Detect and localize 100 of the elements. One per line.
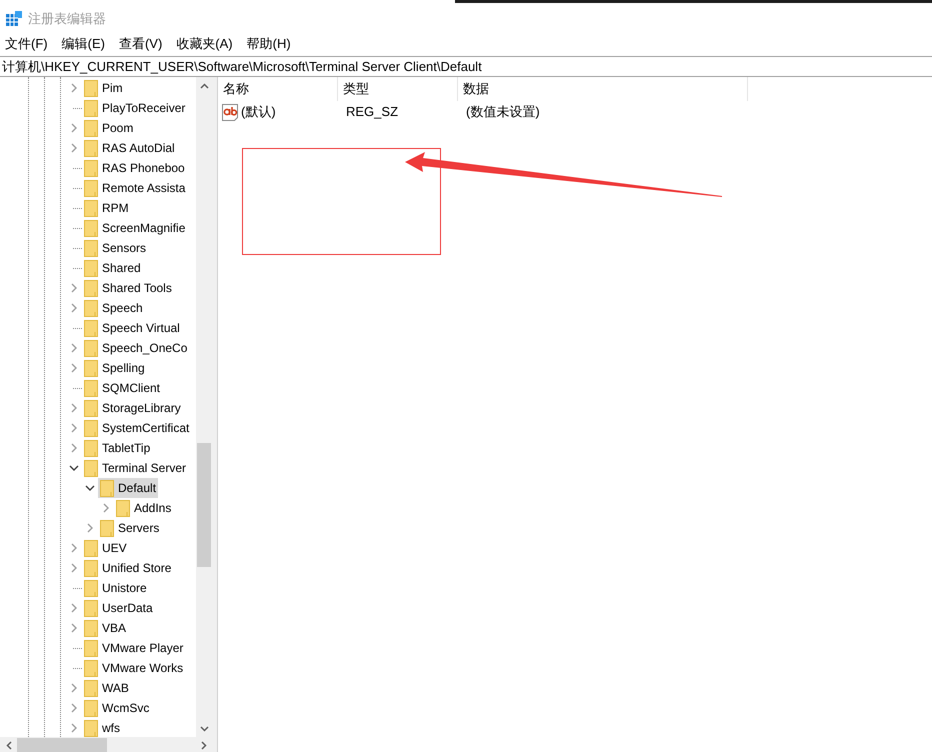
folder-icon — [84, 540, 98, 556]
folder-icon — [84, 100, 98, 116]
folder-icon — [84, 700, 98, 716]
tree-item[interactable]: ScreenMagnifie — [82, 218, 188, 238]
folder-icon — [84, 720, 98, 736]
tree-item[interactable]: wfs — [82, 718, 122, 737]
tree-item[interactable]: Remote Assista — [82, 178, 188, 198]
tree-item[interactable]: VMware Works — [82, 658, 186, 678]
folder-icon — [84, 460, 98, 476]
tree-item[interactable]: Unified Store — [82, 558, 174, 578]
right-chevron-icon[interactable] — [70, 543, 78, 553]
tree-item[interactable]: SQMClient — [82, 378, 162, 398]
tree-item[interactable]: Speech — [82, 298, 145, 318]
right-chevron-icon[interactable] — [70, 283, 78, 293]
tree-item[interactable]: Poom — [82, 118, 136, 138]
folder-icon — [84, 280, 98, 296]
string-value-icon — [222, 104, 239, 120]
tree-item[interactable]: Spelling — [82, 358, 147, 378]
right-chevron-icon[interactable] — [70, 603, 78, 613]
tree-item[interactable]: UserData — [82, 598, 155, 618]
folder-icon — [84, 640, 98, 656]
right-chevron-icon[interactable] — [70, 443, 78, 453]
column-header[interactable]: 名称 — [218, 77, 338, 101]
right-chevron-icon[interactable] — [70, 703, 78, 713]
folder-icon — [84, 300, 98, 316]
tree-item[interactable]: Shared Tools — [82, 278, 174, 298]
right-chevron-icon[interactable] — [70, 343, 78, 353]
right-chevron-icon[interactable] — [70, 423, 78, 433]
folder-icon — [84, 340, 98, 356]
right-chevron-icon[interactable] — [70, 363, 78, 373]
folder-icon — [84, 560, 98, 576]
right-chevron-icon[interactable] — [102, 503, 110, 513]
folder-icon — [84, 420, 98, 436]
tree-item[interactable]: UEV — [82, 538, 129, 558]
scroll-thumb[interactable] — [197, 443, 211, 567]
column-header[interactable]: 数据 — [458, 77, 748, 101]
tree-item[interactable]: Speech Virtual — [82, 318, 182, 338]
tree-item[interactable]: Pim — [82, 78, 125, 98]
right-chevron-icon[interactable] — [70, 683, 78, 693]
menu-item[interactable]: 帮助(H) — [246, 34, 291, 54]
folder-icon — [84, 620, 98, 636]
tree-item[interactable]: VBA — [82, 618, 128, 638]
tree-item[interactable]: Terminal Server — [82, 458, 188, 478]
tree-item[interactable]: WAB — [82, 678, 131, 698]
folder-icon — [84, 660, 98, 676]
menu-item[interactable]: 编辑(E) — [62, 34, 105, 54]
tree-item[interactable]: Speech_OneCo — [82, 338, 190, 358]
folder-icon — [100, 480, 114, 496]
tree-item[interactable]: VMware Player — [82, 638, 186, 658]
folder-icon — [84, 380, 98, 396]
folder-icon — [84, 200, 98, 216]
down-chevron-icon[interactable] — [69, 464, 79, 472]
folder-icon — [84, 600, 98, 616]
scroll-thumb[interactable] — [17, 738, 107, 752]
right-chevron-icon[interactable] — [70, 403, 78, 413]
folder-icon — [84, 440, 98, 456]
tree-item[interactable]: WcmSvc — [82, 698, 152, 718]
right-chevron-icon[interactable] — [70, 123, 78, 133]
menu-item[interactable]: 查看(V) — [118, 34, 162, 54]
tree-item[interactable]: StorageLibrary — [82, 398, 183, 418]
folder-icon — [84, 180, 98, 196]
folder-icon — [84, 140, 98, 156]
tree-item[interactable]: Unistore — [82, 578, 149, 598]
folder-icon — [84, 120, 98, 136]
tree-item[interactable]: RAS Phoneboo — [82, 158, 187, 178]
tree-item[interactable]: Servers — [98, 518, 162, 538]
right-chevron-icon[interactable] — [70, 143, 78, 153]
folder-icon — [116, 500, 130, 516]
column-header[interactable]: 类型 — [338, 77, 458, 101]
registry-editor-icon — [6, 11, 22, 27]
value-name-cell[interactable]: (默认) — [241, 102, 276, 122]
address-field[interactable]: 计算机\HKEY_CURRENT_USER\Software\Microsoft\Terminal Server Client\Default — [0, 56, 932, 77]
window-title: 注册表编辑器 — [28, 10, 106, 28]
folder-icon — [84, 80, 98, 96]
value-data-cell-text: (数值未设置) — [465, 103, 541, 122]
right-chevron-icon[interactable] — [86, 523, 94, 533]
tree-item[interactable]: RPM — [82, 198, 131, 218]
right-chevron-icon[interactable] — [70, 563, 78, 573]
tree-item[interactable]: Sensors — [82, 238, 148, 258]
tree-item[interactable]: AddIns — [114, 498, 174, 518]
tree-item[interactable]: Default — [98, 478, 158, 498]
folder-icon — [84, 260, 98, 276]
tree-item[interactable]: SystemCertificat — [82, 418, 192, 438]
folder-icon — [84, 580, 98, 596]
value-type-cell-text: REG_SZ — [345, 103, 400, 122]
right-chevron-icon[interactable] — [70, 303, 78, 313]
folder-icon — [84, 220, 98, 236]
menu-item[interactable]: 收藏夹(A) — [176, 34, 233, 54]
down-chevron-icon[interactable] — [85, 484, 95, 492]
folder-icon — [84, 680, 98, 696]
folder-icon — [100, 520, 114, 536]
tree-item[interactable]: PlayToReceiver — [82, 98, 188, 118]
horizontal-scrollbar[interactable] — [0, 737, 212, 752]
right-chevron-icon[interactable] — [70, 83, 78, 93]
tree-item[interactable]: TabletTip — [82, 438, 152, 458]
right-chevron-icon[interactable] — [70, 723, 78, 733]
right-chevron-icon[interactable] — [70, 623, 78, 633]
menu-item[interactable]: 文件(F) — [5, 34, 48, 54]
tree-item[interactable]: Shared — [82, 258, 143, 278]
tree-item[interactable]: RAS AutoDial — [82, 138, 177, 158]
